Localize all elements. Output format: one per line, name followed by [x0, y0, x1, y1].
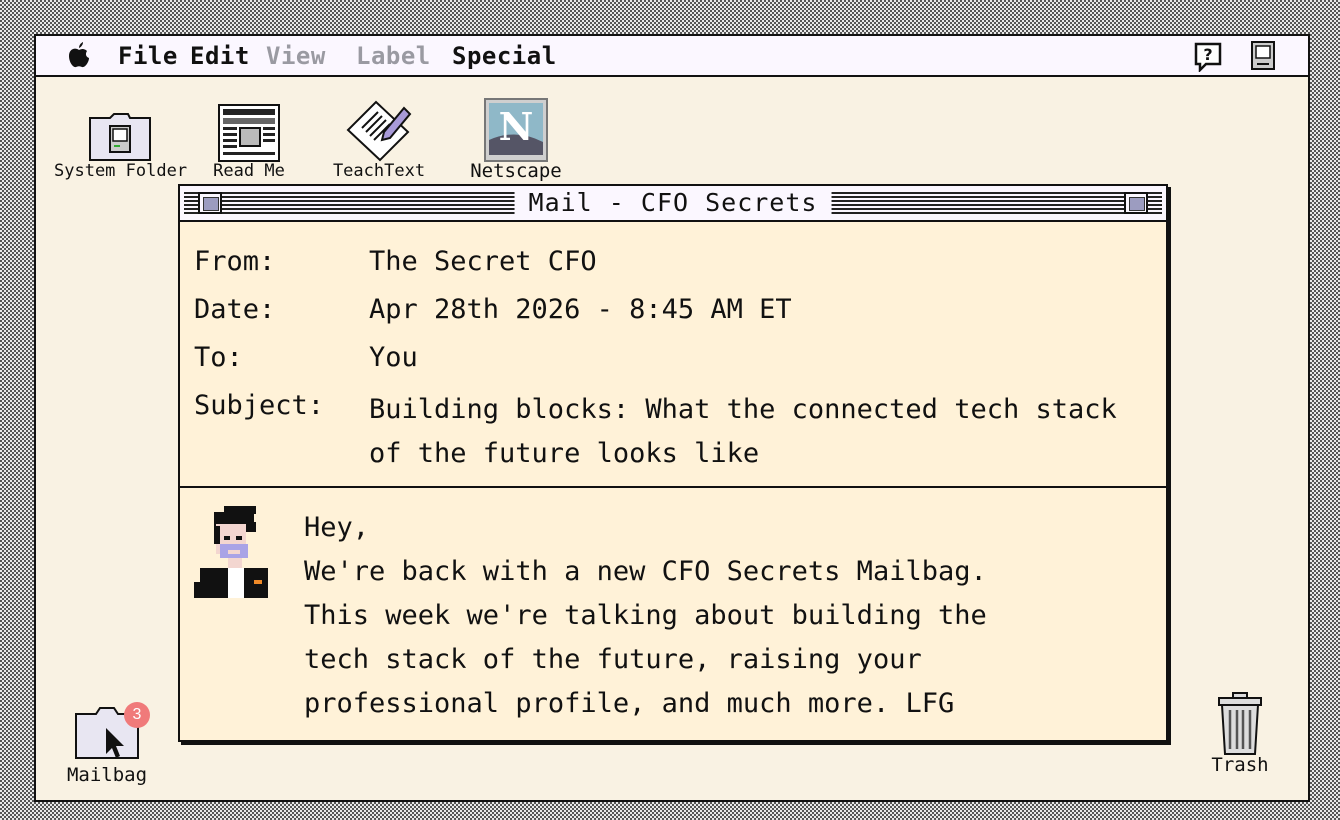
date-label: Date:: [194, 294, 276, 325]
svg-text:?: ?: [1203, 45, 1212, 64]
zoom-box[interactable]: [1124, 192, 1148, 214]
message-paragraph: We're back with a new CFO Secrets Mailba…: [304, 556, 987, 719]
unread-count-badge: 3: [124, 702, 150, 728]
menu-edit[interactable]: Edit: [190, 42, 250, 70]
sender-avatar: [194, 506, 268, 598]
mail-headers: From: The Secret CFO Date: Apr 28th 2026…: [180, 222, 1166, 488]
to-value: You: [369, 342, 418, 373]
subject-value: Building blocks: What the connected tech…: [369, 394, 1117, 469]
apple-icon[interactable]: [68, 42, 90, 68]
menu-file[interactable]: File: [118, 42, 178, 70]
system-folder[interactable]: System Folder: [54, 112, 188, 181]
icon-label: Trash: [1196, 756, 1284, 775]
mail-window: Mail - CFO Secrets From: The Secret CFO …: [178, 184, 1168, 742]
help-balloon-icon[interactable]: ?: [1192, 40, 1224, 72]
mac-computer-icon[interactable]: [1250, 41, 1276, 71]
netscape[interactable]: N Netscape: [454, 98, 578, 181]
menu-label[interactable]: Label: [356, 42, 431, 70]
newspaper-icon: [218, 104, 280, 162]
close-box[interactable]: [198, 192, 222, 214]
window-title: Mail - CFO Secrets: [514, 188, 832, 218]
icon-label: Netscape: [454, 162, 578, 181]
icon-label: TeachText: [324, 162, 434, 180]
message-text: Hey, We're back with a new CFO Secrets M…: [304, 506, 1154, 726]
svg-text:N: N: [499, 104, 534, 149]
system-folder-icon: [89, 113, 151, 161]
window-title-bar[interactable]: Mail - CFO Secrets: [180, 186, 1166, 222]
trash-icon: [1218, 692, 1262, 755]
trash[interactable]: Trash: [1196, 692, 1284, 775]
subject-label: Subject:: [194, 390, 325, 421]
teachtext[interactable]: TeachText: [324, 98, 434, 180]
date-value: Apr 28th 2026 - 8:45 AM ET: [369, 294, 792, 325]
from-label: From:: [194, 246, 276, 277]
netscape-icon: N: [484, 98, 548, 162]
to-label: To:: [194, 342, 243, 373]
desktop: File Edit View Label Special ? System Fo…: [34, 34, 1310, 802]
read-me[interactable]: Read Me: [204, 104, 294, 180]
icon-label: Mailbag: [52, 766, 162, 785]
menu-special[interactable]: Special: [452, 42, 557, 70]
menu-bar: File Edit View Label Special ?: [36, 36, 1308, 77]
menu-view[interactable]: View: [266, 42, 326, 70]
teachtext-icon: [346, 100, 412, 162]
from-value: The Secret CFO: [369, 246, 597, 277]
icon-label: System Folder: [54, 161, 188, 181]
icon-label: Read Me: [204, 162, 294, 180]
greeting: Hey,: [304, 512, 370, 543]
mail-body: Hey, We're back with a new CFO Secrets M…: [180, 488, 1166, 740]
